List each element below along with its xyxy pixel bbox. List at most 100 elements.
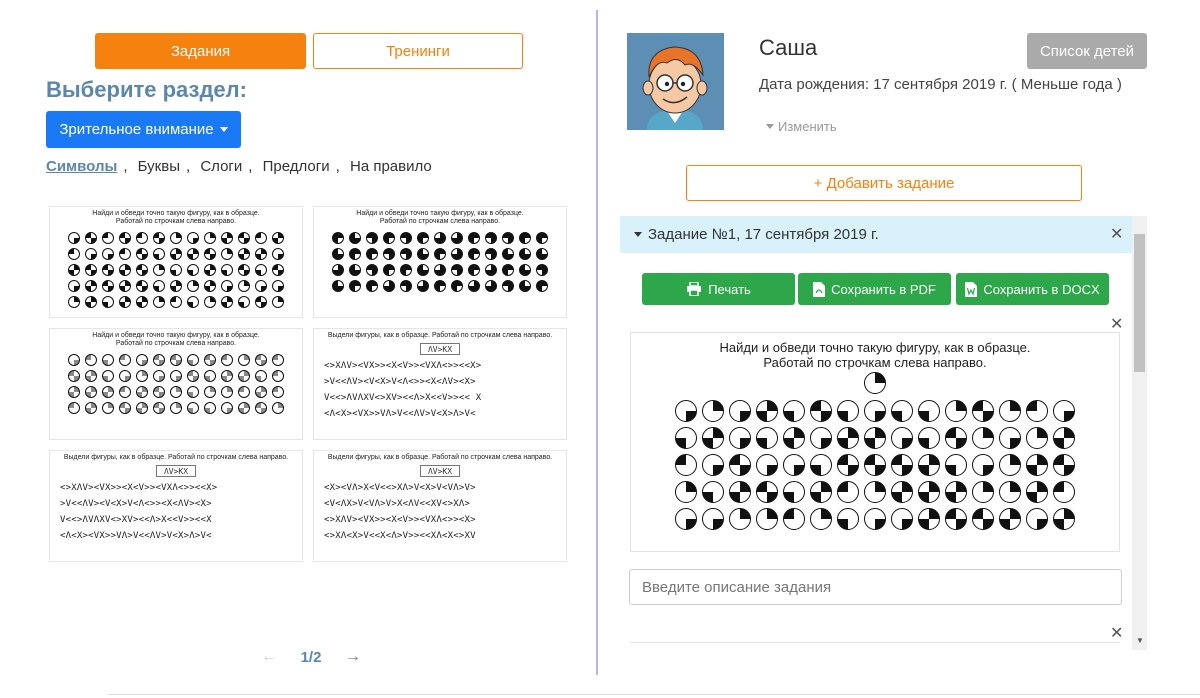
- figure-circle: [675, 508, 697, 530]
- figure-circle: [186, 296, 199, 308]
- close-icon[interactable]: ✕: [1110, 224, 1123, 244]
- figure-circle: [1053, 481, 1075, 503]
- figure-circle: [135, 232, 148, 244]
- add-task-button[interactable]: + Добавить задание: [686, 165, 1082, 201]
- figure-circle: [254, 248, 267, 260]
- save-docx-button[interactable]: Сохранить в DOCX: [956, 273, 1109, 305]
- figure-circle: [484, 232, 497, 244]
- category-link-syllables[interactable]: Слоги,: [200, 158, 252, 175]
- figure-circle: [918, 508, 940, 530]
- figure-circle: [945, 481, 967, 503]
- figure-circle: [675, 481, 697, 503]
- scrollbar[interactable]: ▼: [1132, 216, 1147, 650]
- figure-circle: [972, 508, 994, 530]
- figure-circle: [152, 296, 165, 308]
- close-icon[interactable]: ✕: [1110, 314, 1123, 334]
- figure-circle: [186, 386, 199, 398]
- children-list-button[interactable]: Список детей: [1027, 33, 1147, 69]
- task-thumbnail[interactable]: Выдели фигуры, как в образце. Работай по…: [313, 450, 567, 562]
- figure-circle: [365, 232, 378, 244]
- scroll-down-arrow-icon[interactable]: ▼: [1136, 636, 1144, 645]
- figure-circle: [118, 370, 131, 382]
- figure-circle: [348, 232, 361, 244]
- figure-circle: [810, 508, 832, 530]
- figure-circle: [837, 481, 859, 503]
- figure-circle: [729, 400, 751, 422]
- figure-circle: [756, 400, 778, 422]
- figure-circle: [864, 427, 886, 449]
- figure-circle: [837, 454, 859, 476]
- figure-circle: [67, 296, 80, 308]
- figure-circle: [271, 264, 284, 276]
- figure-circle: [331, 232, 344, 244]
- task-header[interactable]: Задание №1, 17 сентября 2019 г.: [620, 216, 1132, 253]
- save-pdf-button[interactable]: Сохранить в PDF: [798, 273, 951, 305]
- task-thumbnail[interactable]: Найди и обведи точно такую фигуру, как в…: [313, 206, 567, 318]
- pdf-file-icon: [813, 281, 826, 297]
- figure-circle: [186, 264, 199, 276]
- figure-circle: [254, 296, 267, 308]
- figure-circle: [271, 232, 284, 244]
- figure-circle: [918, 481, 940, 503]
- scrollbar-thumb[interactable]: [1134, 234, 1145, 372]
- figure-circle: [382, 248, 395, 260]
- task-description-input[interactable]: [629, 569, 1122, 605]
- figure-circle: [416, 232, 429, 244]
- figure-circle: [135, 248, 148, 260]
- figure-circle: [999, 400, 1021, 422]
- figure-circle: [864, 481, 886, 503]
- figure-circle: [254, 386, 267, 398]
- figure-circle: [450, 264, 463, 276]
- edit-child-toggle[interactable]: Изменить: [766, 119, 837, 134]
- tasks-tab-button[interactable]: Задания: [95, 33, 306, 69]
- figure-circle: [101, 248, 114, 260]
- worksheet-preview: Найди и обведи точно такую фигуру, как в…: [630, 332, 1120, 552]
- figure-circle: [433, 264, 446, 276]
- figure-circle: [67, 232, 80, 244]
- figure-circle: [169, 386, 182, 398]
- figure-circle: [84, 354, 97, 366]
- trainings-tab-button[interactable]: Тренинги: [313, 33, 523, 69]
- figure-circle: [67, 264, 80, 276]
- section-dropdown[interactable]: Зрительное внимание: [46, 111, 241, 148]
- figure-circle: [535, 264, 548, 276]
- child-avatar: [627, 33, 724, 130]
- figure-circle: [810, 427, 832, 449]
- figure-circle: [118, 264, 131, 276]
- figure-circle: [101, 386, 114, 398]
- figure-circle: [348, 264, 361, 276]
- figure-grid: [631, 400, 1119, 530]
- figure-circle: [972, 454, 994, 476]
- task-thumbnail[interactable]: Выдели фигуры, как в образце. Работай по…: [49, 450, 303, 562]
- figure-circle: [67, 370, 80, 382]
- figure-circle: [535, 248, 548, 260]
- category-link-letters[interactable]: Буквы,: [138, 158, 191, 175]
- figure-circle: [433, 280, 446, 292]
- figure-circle: [348, 280, 361, 292]
- figure-circle: [118, 354, 131, 366]
- figure-circle: [84, 248, 97, 260]
- close-icon[interactable]: ✕: [1110, 623, 1123, 643]
- docx-file-icon: [965, 281, 978, 297]
- figure-circle: [84, 386, 97, 398]
- arrow-left-icon[interactable]: ←: [261, 648, 277, 666]
- figure-circle: [84, 280, 97, 292]
- panel-divider: [596, 10, 598, 675]
- figure-circle: [864, 400, 886, 422]
- arrow-right-icon[interactable]: →: [345, 648, 361, 666]
- figure-circle: [891, 481, 913, 503]
- figure-circle: [399, 280, 412, 292]
- figure-circle: [1053, 454, 1075, 476]
- print-button[interactable]: Печать: [642, 273, 795, 305]
- figure-circle: [101, 264, 114, 276]
- figure-circle: [135, 370, 148, 382]
- category-link-prepositions[interactable]: Предлоги,: [263, 158, 340, 175]
- category-link-rule[interactable]: На правило: [350, 158, 438, 175]
- task-thumbnail[interactable]: Найди и обведи точно такую фигуру, как в…: [49, 206, 303, 318]
- figure-circle: [348, 248, 361, 260]
- figure-circle: [186, 280, 199, 292]
- task-thumbnail[interactable]: Выдели фигуры, как в образце. Работай по…: [313, 328, 567, 440]
- task-thumbnail[interactable]: Найди и обведи точно такую фигуру, как в…: [49, 328, 303, 440]
- figure-circle: [152, 248, 165, 260]
- category-link-symbols[interactable]: Символы: [46, 158, 123, 175]
